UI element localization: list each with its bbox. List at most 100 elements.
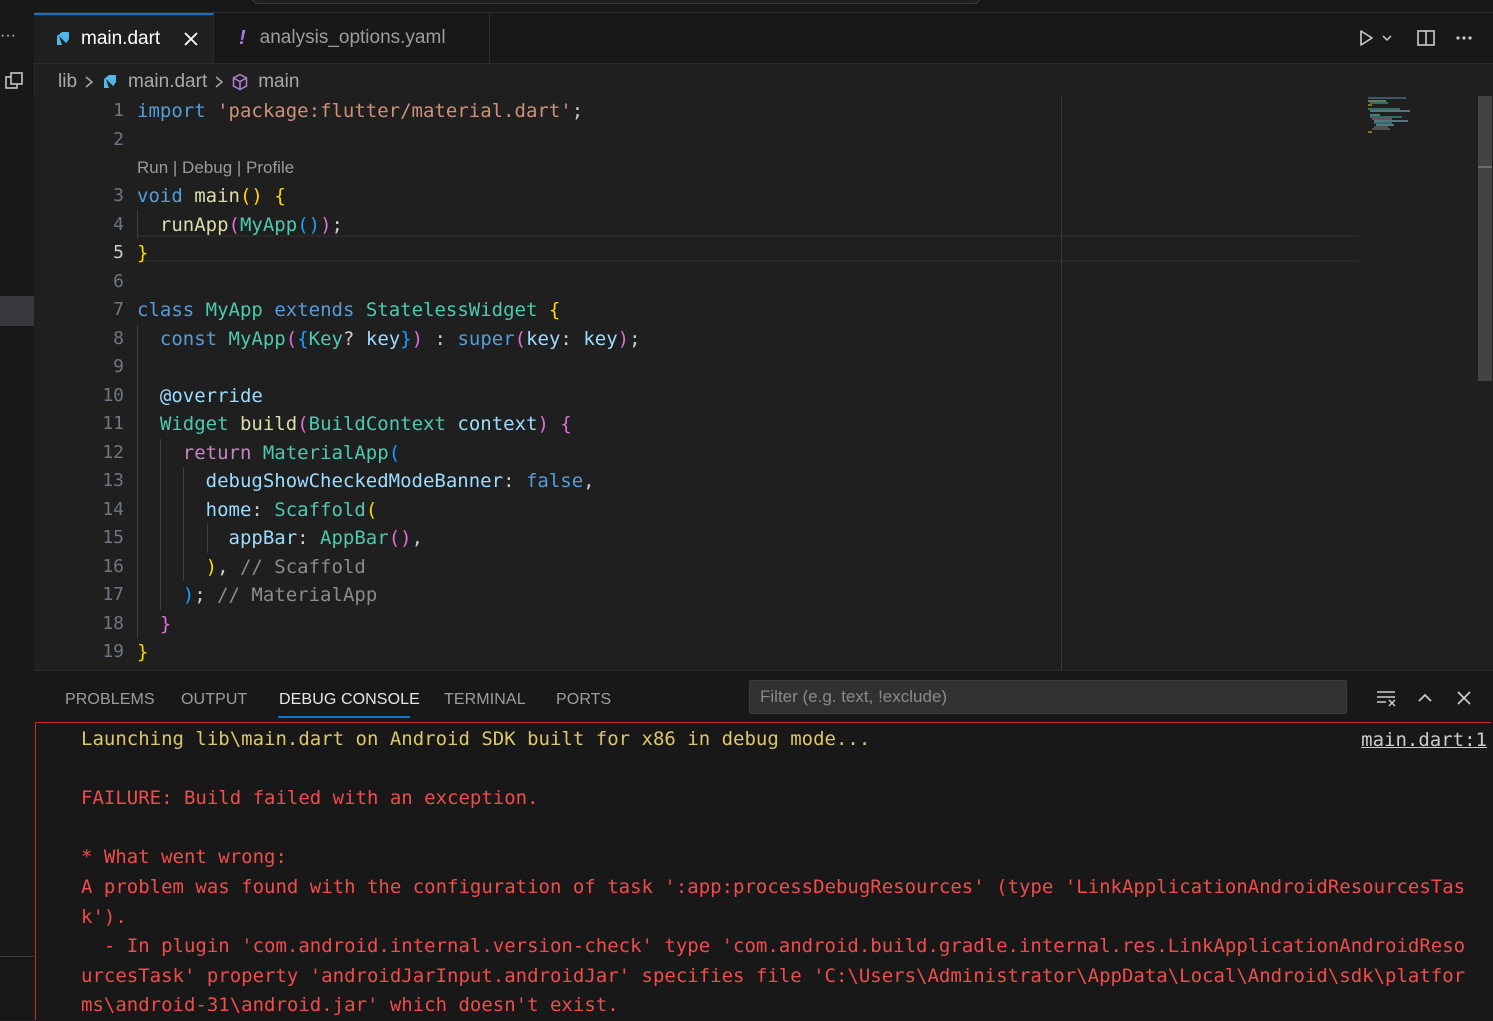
line-number: 16 xyxy=(102,555,124,577)
close-panel-icon[interactable] xyxy=(1451,685,1477,711)
tab-problems[interactable]: PROBLEMS xyxy=(65,689,155,711)
codelens-run-debug-profile[interactable]: Run | Debug | Profile xyxy=(137,154,294,182)
minimap[interactable] xyxy=(1366,96,1456,136)
tab-main-dart[interactable]: main.dart xyxy=(34,13,214,63)
more-actions-icon[interactable]: ··· xyxy=(0,28,16,44)
console-line: k'). xyxy=(81,905,127,928)
code-token: : xyxy=(560,327,584,350)
code-token: , xyxy=(217,555,240,578)
code-line[interactable]: return MaterialApp( xyxy=(137,439,400,467)
run-icon[interactable] xyxy=(1353,25,1379,51)
line-number: 18 xyxy=(102,612,124,634)
code-token: // MaterialApp xyxy=(217,584,378,606)
source-location-link[interactable]: main.dart:1 xyxy=(1361,725,1487,755)
code-token: () xyxy=(388,527,412,549)
breadcrumb-item-symbol[interactable]: main xyxy=(258,71,299,93)
tab-ports[interactable]: PORTS xyxy=(556,689,611,711)
close-icon[interactable] xyxy=(179,27,203,51)
scrollbar-thumb[interactable] xyxy=(1478,96,1492,381)
code-line[interactable]: class MyApp extends StatelessWidget { xyxy=(137,296,560,324)
code-line[interactable]: void main() { xyxy=(137,182,286,210)
code-token: : xyxy=(423,327,458,350)
activity-bar: ··· xyxy=(0,0,35,1020)
active-tab-indicator xyxy=(278,716,410,718)
code-token: context xyxy=(457,413,538,435)
title-bar xyxy=(34,0,1493,13)
activity-divider xyxy=(0,956,34,957)
exclamation-icon: ! xyxy=(239,26,246,49)
line-number: 17 xyxy=(102,584,124,605)
more-actions-icon[interactable] xyxy=(1451,25,1477,51)
code-line[interactable]: debugShowCheckedModeBanner: false, xyxy=(137,467,595,495)
tab-label: analysis_options.yaml xyxy=(259,27,446,48)
debug-console-output[interactable]: main.dart:1 Launching lib\main.dart on A… xyxy=(35,722,1491,1020)
code-token: main xyxy=(194,185,240,207)
code-line[interactable]: ), // Scaffold xyxy=(137,553,366,581)
breadcrumb-item-file[interactable]: main.dart xyxy=(128,71,207,93)
chevron-down-icon[interactable] xyxy=(1378,25,1396,51)
activity-selected-item[interactable] xyxy=(0,296,34,326)
code-token: Widget xyxy=(159,413,229,435)
tab-analysis-options[interactable]: ! analysis_options.yaml xyxy=(214,13,490,63)
console-filter-input[interactable]: Filter (e.g. text, !exclude) xyxy=(749,680,1347,714)
code-token: false xyxy=(525,470,584,492)
code-token: MyApp xyxy=(239,213,298,236)
code-token: ? xyxy=(342,327,366,350)
code-token: , xyxy=(583,470,595,492)
code-editor[interactable]: 1 2 3 4 5 6 7 8 9 10 11 12 13 14 15 16 17 18 19 Run | Debu… xyxy=(34,96,1493,670)
chevron-up-icon[interactable] xyxy=(1412,685,1438,711)
line-number: 11 xyxy=(102,413,124,434)
code-token: : xyxy=(251,498,275,521)
window-icon[interactable] xyxy=(3,70,25,92)
console-line: - In plugin 'com.android.internal.versio… xyxy=(81,935,1466,958)
code-token: ) xyxy=(320,213,332,236)
code-line[interactable]: const MyApp({Key? key}) : super(key: key… xyxy=(137,325,641,353)
code-token: ( xyxy=(297,413,309,435)
code-line[interactable]: } xyxy=(137,610,171,638)
split-editor-icon[interactable] xyxy=(1413,25,1439,51)
code-line[interactable]: Widget build(BuildContext context) { xyxy=(137,410,572,438)
code-token: ( xyxy=(388,441,401,464)
code-token: MaterialApp xyxy=(262,441,389,464)
command-center[interactable] xyxy=(252,0,980,4)
tab-output[interactable]: OUTPUT xyxy=(181,689,247,711)
code-line[interactable]: } xyxy=(137,638,148,666)
code-line[interactable]: ); // MaterialApp xyxy=(137,581,378,609)
code-line[interactable]: appBar: AppBar(), xyxy=(137,524,424,552)
tab-label: main.dart xyxy=(81,28,161,49)
code-token: ; xyxy=(629,327,641,350)
code-line[interactable]: import 'package:flutter/material.dart'; xyxy=(137,97,583,125)
vertical-scrollbar[interactable] xyxy=(1478,96,1492,670)
line-number: 8 xyxy=(113,327,124,349)
tab-debug-console[interactable]: DEBUG CONSOLE xyxy=(279,689,420,711)
code-token: void xyxy=(137,185,183,207)
indent-guide xyxy=(137,324,138,638)
code-token: // Scaffold xyxy=(239,555,366,578)
line-number: 19 xyxy=(102,641,124,662)
code-token: class xyxy=(137,299,195,321)
line-number: 6 xyxy=(113,270,124,292)
code-token: super xyxy=(457,327,515,350)
editor-ruler xyxy=(1061,96,1062,670)
clear-console-icon[interactable] xyxy=(1373,685,1399,711)
code-token: () xyxy=(239,185,263,207)
code-token: } xyxy=(137,242,149,264)
code-line[interactable]: @override xyxy=(137,382,263,410)
code-line[interactable]: } xyxy=(137,239,148,267)
code-token: ; xyxy=(194,584,218,606)
tab-terminal[interactable]: TERMINAL xyxy=(444,689,526,711)
code-token: : xyxy=(297,527,321,549)
code-token: { xyxy=(560,413,572,435)
code-line[interactable]: runApp(MyApp()); xyxy=(137,211,343,239)
code-token: } xyxy=(159,612,172,635)
code-line[interactable]: home: Scaffold( xyxy=(137,496,378,524)
breadcrumb-item-lib[interactable]: lib xyxy=(58,71,77,93)
code-token: extends xyxy=(274,299,355,321)
